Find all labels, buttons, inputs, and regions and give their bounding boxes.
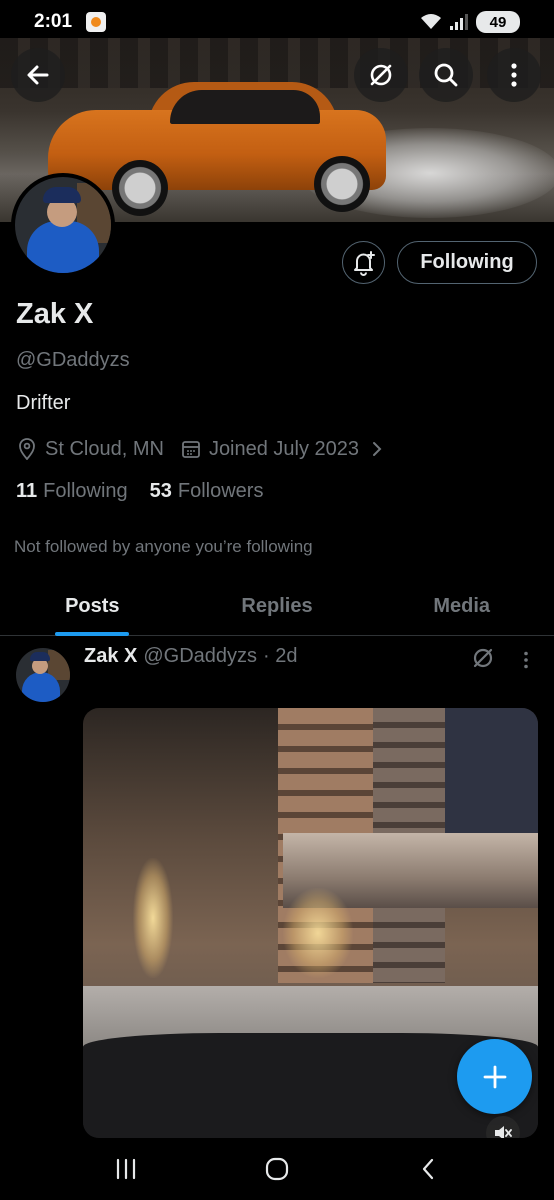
following-count: 11 bbox=[16, 480, 38, 502]
banner-car-window bbox=[170, 90, 320, 124]
counts-spacer bbox=[128, 480, 150, 503]
video-lit-tree bbox=[283, 888, 353, 978]
tab-posts[interactable]: Posts bbox=[0, 578, 185, 636]
search-icon bbox=[434, 63, 458, 87]
battery-level: 49 bbox=[489, 13, 507, 31]
video-lit-tree bbox=[133, 858, 173, 978]
followers-count-link[interactable]: 53 Followers bbox=[150, 480, 264, 503]
chevron-right-icon[interactable] bbox=[371, 440, 383, 458]
bell-plus-icon bbox=[353, 250, 375, 276]
profile-avatar[interactable] bbox=[11, 173, 115, 277]
status-left: 2:01 bbox=[34, 11, 107, 33]
grok-icon bbox=[370, 64, 392, 86]
post-header: Zak X @GDaddyzs · 2d bbox=[84, 645, 298, 668]
not-followed-notice: Not followed by anyone you’re following bbox=[14, 537, 313, 556]
notifications-bell-button[interactable] bbox=[342, 241, 385, 284]
banner-car-rear-wheel bbox=[314, 156, 370, 212]
battery-charging-icon: 49 bbox=[476, 11, 520, 33]
profile-meta-row[interactable]: St Cloud, MN Joined July 2023 bbox=[16, 436, 383, 462]
grok-button[interactable] bbox=[354, 48, 408, 102]
back-arrow-icon bbox=[27, 65, 49, 85]
post-more-button[interactable] bbox=[514, 648, 538, 672]
more-vertical-icon bbox=[524, 651, 528, 669]
post-author-name[interactable]: Zak X bbox=[84, 645, 137, 668]
user-handle: @GDaddyzs bbox=[16, 349, 130, 371]
location-pin-icon bbox=[16, 438, 38, 460]
post-author-avatar[interactable] bbox=[16, 648, 70, 702]
calendar-icon bbox=[180, 438, 202, 460]
chevron-left-icon bbox=[423, 1158, 434, 1180]
plus-icon bbox=[483, 1065, 506, 1088]
status-right: 49 bbox=[420, 11, 520, 33]
banner-car-front-wheel bbox=[112, 160, 168, 216]
notification-app-icon bbox=[86, 12, 107, 32]
post-author-handle[interactable]: @GDaddyzs bbox=[143, 645, 257, 668]
recent-apps-icon bbox=[116, 1158, 135, 1180]
avatar-shirt bbox=[27, 221, 99, 273]
home-button[interactable] bbox=[247, 1147, 307, 1191]
status-time: 2:01 bbox=[34, 11, 73, 32]
home-icon bbox=[265, 1157, 289, 1181]
avatar-cap bbox=[43, 187, 81, 203]
tab-replies-label: Replies bbox=[241, 595, 313, 617]
more-vertical-icon bbox=[511, 63, 517, 87]
more-options-button[interactable] bbox=[487, 48, 541, 102]
system-back-button[interactable] bbox=[398, 1147, 458, 1191]
followers-label: Followers bbox=[177, 480, 264, 502]
location-text: St Cloud, MN bbox=[45, 437, 164, 460]
compose-post-button[interactable] bbox=[457, 1039, 532, 1114]
post-timestamp: · 2d bbox=[263, 645, 298, 667]
joined-date-text: Joined July 2023 bbox=[208, 437, 360, 460]
follow-counts: 11 Following 53 Followers bbox=[16, 480, 263, 503]
display-name: Zak X bbox=[16, 298, 94, 330]
grok-icon bbox=[473, 648, 493, 668]
back-button[interactable] bbox=[11, 48, 65, 102]
tab-replies[interactable]: Replies bbox=[185, 578, 370, 635]
wifi-icon bbox=[421, 14, 441, 29]
post-avatar-cap bbox=[30, 652, 50, 661]
status-bar: 2:01 49 bbox=[0, 0, 554, 44]
following-count-link[interactable]: 11 Following bbox=[16, 480, 128, 503]
tab-media-label: Media bbox=[433, 595, 491, 617]
tab-posts-label: Posts bbox=[65, 595, 120, 617]
post-grok-button[interactable] bbox=[470, 645, 496, 671]
post-avatar-shirt bbox=[22, 672, 60, 702]
following-button[interactable]: Following bbox=[397, 241, 537, 284]
signal-icon bbox=[450, 14, 468, 30]
active-tab-indicator bbox=[55, 632, 130, 636]
followers-count: 53 bbox=[149, 480, 172, 502]
profile-tabs: Posts Replies Media bbox=[0, 578, 554, 636]
tab-media[interactable]: Media bbox=[369, 578, 554, 635]
user-bio: Drifter bbox=[16, 392, 71, 414]
system-navigation-bar bbox=[0, 1138, 554, 1200]
search-button[interactable] bbox=[419, 48, 473, 102]
recent-apps-button[interactable] bbox=[96, 1147, 156, 1191]
following-label: Following bbox=[43, 480, 128, 502]
